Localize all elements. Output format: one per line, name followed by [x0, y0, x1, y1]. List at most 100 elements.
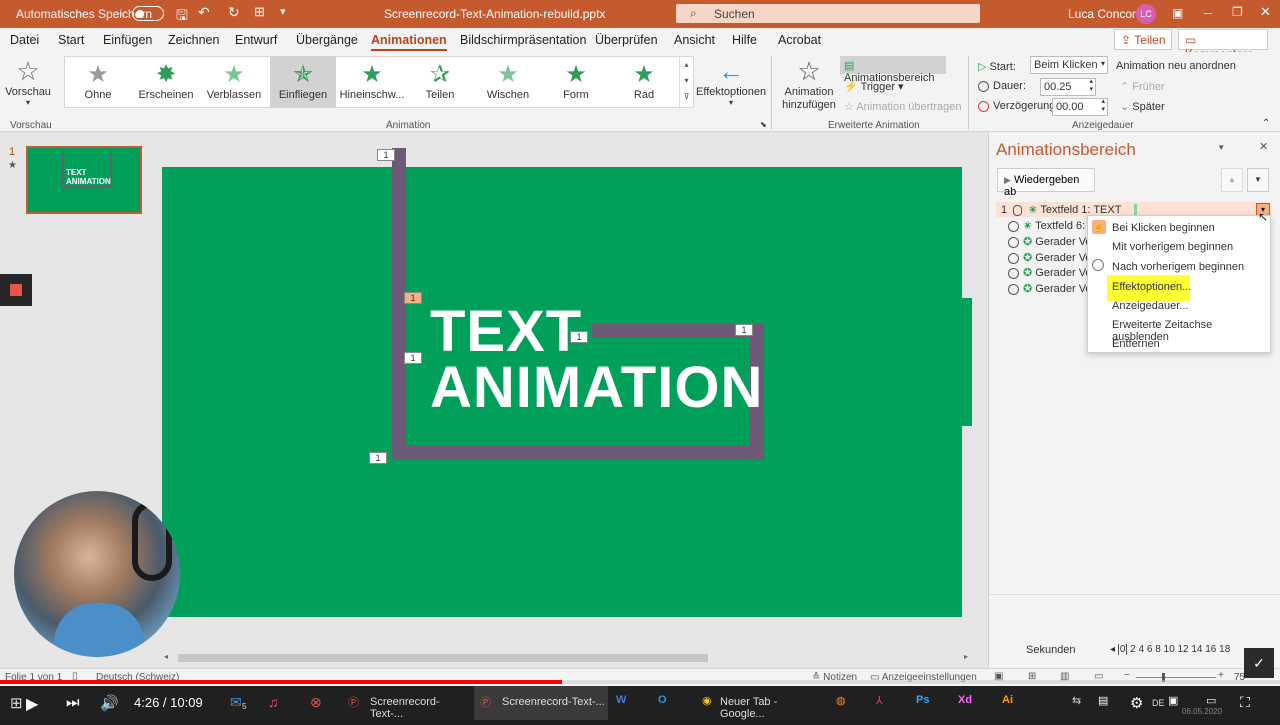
ruler-left-icon[interactable]: ◂: [1110, 644, 1118, 655]
trigger-button[interactable]: ⚡ Trigger ▾: [844, 80, 904, 93]
delay-input[interactable]: 00.00 ▴ ▾: [1052, 98, 1108, 116]
earlier-button[interactable]: ⌃ Früher: [1120, 80, 1165, 93]
illustrator-icon[interactable]: Ai: [1002, 694, 1013, 712]
record-indicator[interactable]: [0, 274, 32, 306]
itunes-icon[interactable]: ♫: [268, 694, 279, 712]
play-from-button[interactable]: ▶ Wiedergeben ab: [997, 168, 1095, 198]
customize-icon[interactable]: ▾: [280, 5, 286, 18]
effect-options-button[interactable]: ← Effektoptionen ▾: [696, 56, 766, 116]
spinner-icon[interactable]: ▴ ▾: [1101, 98, 1105, 114]
tab-acrobat[interactable]: Acrobat: [778, 33, 821, 47]
next-icon[interactable]: ⏭: [66, 694, 80, 712]
animation-painter-button[interactable]: ☆ Animation übertragen: [844, 100, 962, 113]
gallery-item-rad[interactable]: ★ Rad: [611, 61, 677, 111]
outlook-icon[interactable]: O: [658, 694, 667, 712]
mail-icon[interactable]: ✉: [230, 694, 242, 712]
gallery-item-einfliegen[interactable]: ✯ Einfliegen: [270, 57, 336, 107]
animation-badge[interactable]: 1: [369, 452, 387, 464]
tab-hilfe[interactable]: Hilfe: [732, 33, 757, 47]
scroll-thumb[interactable]: [178, 654, 708, 662]
minimize-icon[interactable]: –: [1204, 4, 1212, 20]
windows-start-icon[interactable]: ⊞: [10, 694, 23, 712]
anim-item-2[interactable]: ✬ Textfeld 6:: [1008, 219, 1085, 232]
photoshop-icon[interactable]: Ps: [916, 694, 929, 712]
word-icon[interactable]: W: [616, 694, 626, 712]
search-box[interactable]: ⌕ Suchen: [676, 4, 980, 23]
tab-zeichnen[interactable]: Zeichnen: [168, 33, 219, 47]
animation-badge[interactable]: 1: [570, 331, 588, 343]
gallery-item-erscheinen[interactable]: ✸ Erscheinen: [133, 61, 199, 111]
menu-item-timing[interactable]: Anzeigedauer...: [1112, 300, 1188, 312]
taskbar-item-pptx-2[interactable]: Ⓟ Screenrecord-Text-...: [474, 686, 608, 720]
motion-path-vertical[interactable]: [392, 148, 406, 460]
pane-options-icon[interactable]: ▾: [1219, 142, 1224, 153]
autosave-toggle[interactable]: [132, 6, 164, 21]
redo-icon[interactable]: ↻: [228, 4, 240, 21]
zoom-slider[interactable]: [1136, 673, 1216, 682]
animation-badge[interactable]: 1: [735, 324, 753, 336]
fullscreen-icon[interactable]: ⛶: [1240, 694, 1250, 712]
gallery-item-form[interactable]: ★ Form: [543, 61, 609, 111]
menu-item-effect-options[interactable]: Effektoptionen...: [1112, 281, 1191, 293]
menu-item-on-click[interactable]: Bei Klicken beginnen: [1112, 222, 1215, 234]
check-icon[interactable]: ✓: [1244, 648, 1274, 678]
tab-ueberpruefen[interactable]: Überprüfen: [595, 33, 658, 47]
tray-icon[interactable]: ⇆: [1072, 694, 1081, 712]
seconds-ruler[interactable]: ◂ 0 2 4 6 8 10 12 14 16 18: [1110, 644, 1260, 655]
ribbon-display-icon[interactable]: ▣: [1172, 6, 1183, 20]
subtitles-icon[interactable]: ▤: [1098, 694, 1108, 712]
gallery-item-ohne[interactable]: ★ Ohne: [65, 61, 131, 111]
duration-input[interactable]: 00.25 ▴ ▾: [1040, 78, 1096, 96]
xd-icon[interactable]: Xd: [958, 694, 972, 712]
share-button[interactable]: ⇪ Teilen: [1114, 29, 1172, 50]
tab-bildschirmpraesentation[interactable]: Bildschirmpräsentation: [460, 33, 586, 47]
gallery-item-wischen[interactable]: ★ Wischen: [475, 61, 541, 111]
miniplayer-icon[interactable]: ▣: [1168, 694, 1178, 712]
anim-item-4[interactable]: ✪ Gerader Ve: [1008, 251, 1092, 264]
start-select[interactable]: Beim Klicken ▾: [1030, 56, 1108, 74]
add-animation-button[interactable]: ☆ Animation hinzufügen: [778, 56, 840, 118]
scroll-right-icon[interactable]: ▸: [964, 652, 968, 661]
theater-mode-icon[interactable]: ▭: [1206, 694, 1216, 712]
move-down-button[interactable]: ▼: [1247, 168, 1269, 192]
menu-item-remove[interactable]: Entfernen: [1112, 338, 1160, 350]
move-up-button[interactable]: ▲: [1221, 168, 1243, 192]
tab-datei[interactable]: Datei: [10, 33, 39, 47]
play-icon[interactable]: ▶: [26, 694, 38, 713]
tab-einfuegen[interactable]: Einfügen: [103, 33, 152, 47]
close-icon[interactable]: ✕: [1260, 4, 1271, 20]
taskbar-item-pptx-1[interactable]: Ⓟ Screenrecord-Text-...: [342, 686, 470, 720]
preview-button[interactable]: ☆ Vorschau ▾: [4, 56, 52, 114]
animation-badge[interactable]: 1: [377, 149, 395, 161]
animation-badge-selected[interactable]: 1: [404, 292, 422, 304]
anim-item-6[interactable]: ✪ Gerader Ve: [1008, 282, 1092, 295]
tab-ansicht[interactable]: Ansicht: [674, 33, 715, 47]
volume-icon[interactable]: 🔊: [100, 694, 119, 712]
menu-item-after-previous[interactable]: Nach vorherigem beginnen: [1112, 261, 1244, 273]
gallery-scroll[interactable]: ▴ ▾ ⊽: [679, 57, 693, 107]
gallery-item-verblassen[interactable]: ★ Verblassen: [201, 61, 267, 111]
motion-path-bottom[interactable]: [392, 446, 764, 460]
close-pane-icon[interactable]: ✕: [1259, 140, 1268, 153]
collapse-ribbon-icon[interactable]: ⌃: [1262, 118, 1270, 129]
scroll-left-icon[interactable]: ◂: [164, 652, 168, 661]
tab-uebergaenge[interactable]: Übergänge: [296, 33, 358, 47]
gallery-item-teilen[interactable]: ✰ Teilen: [407, 61, 473, 111]
save-icon[interactable]: 🖫: [176, 5, 188, 29]
anim-item-3[interactable]: ✪ Gerader Ve: [1008, 235, 1092, 248]
slide-title[interactable]: TEXT ANIMATION: [430, 303, 763, 417]
menu-item-with-previous[interactable]: Mit vorherigem beginnen: [1112, 241, 1233, 253]
restore-icon[interactable]: ❐: [1232, 5, 1243, 19]
animation-pane-button[interactable]: ▤ Animationsbereich: [840, 56, 946, 84]
later-button[interactable]: ⌄ Später: [1120, 100, 1165, 113]
gallery-item-hineinschweben[interactable]: ★ Hineinschw...: [339, 61, 405, 111]
firefox-icon[interactable]: ◍: [836, 694, 846, 712]
undo-icon[interactable]: ↶: [198, 4, 210, 21]
comments-button[interactable]: ▭ Kommentare: [1178, 29, 1268, 61]
horizontal-scrollbar[interactable]: ◂ ▸: [162, 652, 972, 664]
tab-animationen[interactable]: Animationen: [371, 33, 447, 51]
anim-item-5[interactable]: ✪ Gerader Ve: [1008, 266, 1092, 279]
animation-badge[interactable]: 1: [404, 352, 422, 364]
creative-cloud-icon[interactable]: ⊗: [310, 694, 322, 712]
tab-start[interactable]: Start: [58, 33, 84, 47]
